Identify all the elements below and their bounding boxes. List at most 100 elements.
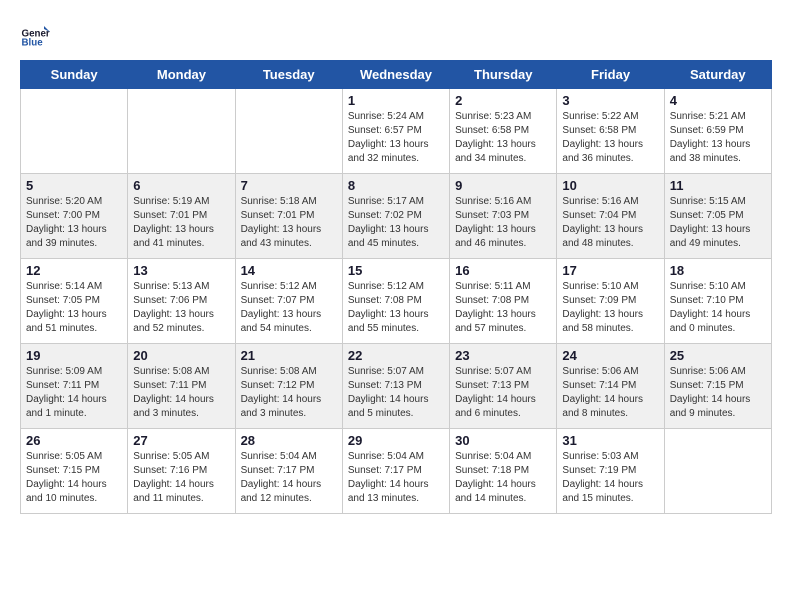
calendar-cell: 8 Sunrise: 5:17 AM Sunset: 7:02 PM Daylig… [342,174,449,259]
day-number: 3 [562,93,658,108]
day-number: 7 [241,178,337,193]
calendar-cell: 3Sunrise: 5:22 AM Sunset: 6:58 PM Daylig… [557,89,664,174]
week-row-3: 19 Sunrise: 5:09 AM Sunset: 7:11 PM Dayli… [21,344,772,429]
weekday-header-friday: Friday [557,61,664,89]
day-info: Sunrise: 5:13 AM Sunset: 7:06 PM Dayligh… [133,280,229,336]
day-info: Sunrise: 5:23 AM Sunset: 6:58 PM Dayligh… [455,110,551,166]
calendar-cell: 2 Sunrise: 5:23 AM Sunset: 6:58 PM Daylig… [450,89,557,174]
calendar-table: SundayMondayTuesdayWednesdayThursdayFrid… [20,60,772,514]
day-info: Sunrise: 5:04 AM Sunset: 7:18 PM Dayligh… [455,450,551,506]
day-number: 17 [562,263,658,278]
logo-icon: General Blue [20,20,50,50]
day-info: Sunrise: 5:16 AM Sunset: 7:04 PM Dayligh… [562,195,658,251]
calendar-cell: 9 Sunrise: 5:16 AM Sunset: 7:03 PM Daylig… [450,174,557,259]
calendar-cell: 4 Sunrise: 5:21 AM Sunset: 6:59 PM Daylig… [664,89,771,174]
calendar-cell: 13Sunrise: 5:13 AM Sunset: 7:06 PM Dayli… [128,259,235,344]
week-row-2: 12 Sunrise: 5:14 AM Sunset: 7:05 PM Dayli… [21,259,772,344]
calendar-cell: 16Sunrise: 5:11 AM Sunset: 7:08 PM Dayli… [450,259,557,344]
calendar-cell: 15 Sunrise: 5:12 AM Sunset: 7:08 PM Dayli… [342,259,449,344]
weekday-header-monday: Monday [128,61,235,89]
day-number: 18 [670,263,766,278]
calendar-cell: 10Sunrise: 5:16 AM Sunset: 7:04 PM Dayli… [557,174,664,259]
calendar-cell [664,429,771,514]
calendar-cell: 28 Sunrise: 5:04 AM Sunset: 7:17 PM Dayli… [235,429,342,514]
day-info: Sunrise: 5:21 AM Sunset: 6:59 PM Dayligh… [670,110,766,166]
day-info: Sunrise: 5:17 AM Sunset: 7:02 PM Dayligh… [348,195,444,251]
weekday-header-tuesday: Tuesday [235,61,342,89]
calendar-cell: 27 Sunrise: 5:05 AM Sunset: 7:16 PM Dayli… [128,429,235,514]
day-number: 27 [133,433,229,448]
day-number: 9 [455,178,551,193]
day-info: Sunrise: 5:04 AM Sunset: 7:17 PM Dayligh… [241,450,337,506]
day-number: 16 [455,263,551,278]
week-row-4: 26 Sunrise: 5:05 AM Sunset: 7:15 PM Dayli… [21,429,772,514]
day-info: Sunrise: 5:15 AM Sunset: 7:05 PM Dayligh… [670,195,766,251]
day-info: Sunrise: 5:05 AM Sunset: 7:15 PM Dayligh… [26,450,122,506]
weekday-header-sunday: Sunday [21,61,128,89]
calendar-cell [21,89,128,174]
day-info: Sunrise: 5:14 AM Sunset: 7:05 PM Dayligh… [26,280,122,336]
day-number: 23 [455,348,551,363]
day-number: 1 [348,93,444,108]
calendar-cell: 22Sunrise: 5:07 AM Sunset: 7:13 PM Dayli… [342,344,449,429]
day-info: Sunrise: 5:06 AM Sunset: 7:15 PM Dayligh… [670,365,766,421]
calendar-cell: 20 Sunrise: 5:08 AM Sunset: 7:11 PM Dayli… [128,344,235,429]
calendar-cell: 1 Sunrise: 5:24 AM Sunset: 6:57 PM Daylig… [342,89,449,174]
calendar-cell: 17 Sunrise: 5:10 AM Sunset: 7:09 PM Dayli… [557,259,664,344]
calendar-cell: 29 Sunrise: 5:04 AM Sunset: 7:17 PM Dayli… [342,429,449,514]
day-number: 12 [26,263,122,278]
day-number: 19 [26,348,122,363]
calendar-cell: 6 Sunrise: 5:19 AM Sunset: 7:01 PM Daylig… [128,174,235,259]
week-row-0: 1 Sunrise: 5:24 AM Sunset: 6:57 PM Daylig… [21,89,772,174]
weekday-header-thursday: Thursday [450,61,557,89]
calendar-cell: 21Sunrise: 5:08 AM Sunset: 7:12 PM Dayli… [235,344,342,429]
day-info: Sunrise: 5:19 AM Sunset: 7:01 PM Dayligh… [133,195,229,251]
day-number: 24 [562,348,658,363]
calendar-cell: 31 Sunrise: 5:03 AM Sunset: 7:19 PM Dayli… [557,429,664,514]
weekday-header-wednesday: Wednesday [342,61,449,89]
calendar-cell: 14Sunrise: 5:12 AM Sunset: 7:07 PM Dayli… [235,259,342,344]
calendar-cell: 12 Sunrise: 5:14 AM Sunset: 7:05 PM Dayli… [21,259,128,344]
day-info: Sunrise: 5:24 AM Sunset: 6:57 PM Dayligh… [348,110,444,166]
day-number: 29 [348,433,444,448]
calendar-cell: 30 Sunrise: 5:04 AM Sunset: 7:18 PM Dayli… [450,429,557,514]
day-info: Sunrise: 5:05 AM Sunset: 7:16 PM Dayligh… [133,450,229,506]
day-number: 31 [562,433,658,448]
day-number: 2 [455,93,551,108]
day-number: 15 [348,263,444,278]
svg-text:Blue: Blue [22,38,44,49]
day-number: 26 [26,433,122,448]
day-info: Sunrise: 5:06 AM Sunset: 7:14 PM Dayligh… [562,365,658,421]
page-header: General Blue [20,20,772,50]
calendar-cell: 5 Sunrise: 5:20 AM Sunset: 7:00 PM Daylig… [21,174,128,259]
day-info: Sunrise: 5:03 AM Sunset: 7:19 PM Dayligh… [562,450,658,506]
day-number: 28 [241,433,337,448]
day-info: Sunrise: 5:07 AM Sunset: 7:13 PM Dayligh… [455,365,551,421]
week-row-1: 5 Sunrise: 5:20 AM Sunset: 7:00 PM Daylig… [21,174,772,259]
day-number: 8 [348,178,444,193]
day-number: 30 [455,433,551,448]
day-info: Sunrise: 5:12 AM Sunset: 7:08 PM Dayligh… [348,280,444,336]
day-number: 4 [670,93,766,108]
day-info: Sunrise: 5:07 AM Sunset: 7:13 PM Dayligh… [348,365,444,421]
day-number: 20 [133,348,229,363]
day-number: 5 [26,178,122,193]
calendar-cell: 23 Sunrise: 5:07 AM Sunset: 7:13 PM Dayli… [450,344,557,429]
day-info: Sunrise: 5:16 AM Sunset: 7:03 PM Dayligh… [455,195,551,251]
calendar-cell: 24 Sunrise: 5:06 AM Sunset: 7:14 PM Dayli… [557,344,664,429]
day-number: 11 [670,178,766,193]
calendar-cell: 26 Sunrise: 5:05 AM Sunset: 7:15 PM Dayli… [21,429,128,514]
day-info: Sunrise: 5:08 AM Sunset: 7:11 PM Dayligh… [133,365,229,421]
weekday-header-saturday: Saturday [664,61,771,89]
day-info: Sunrise: 5:10 AM Sunset: 7:09 PM Dayligh… [562,280,658,336]
day-info: Sunrise: 5:20 AM Sunset: 7:00 PM Dayligh… [26,195,122,251]
logo: General Blue [20,20,54,50]
day-info: Sunrise: 5:10 AM Sunset: 7:10 PM Dayligh… [670,280,766,336]
day-info: Sunrise: 5:09 AM Sunset: 7:11 PM Dayligh… [26,365,122,421]
calendar-cell: 19 Sunrise: 5:09 AM Sunset: 7:11 PM Dayli… [21,344,128,429]
day-number: 25 [670,348,766,363]
day-info: Sunrise: 5:04 AM Sunset: 7:17 PM Dayligh… [348,450,444,506]
day-number: 6 [133,178,229,193]
day-info: Sunrise: 5:12 AM Sunset: 7:07 PM Dayligh… [241,280,337,336]
calendar-cell: 7Sunrise: 5:18 AM Sunset: 7:01 PM Daylig… [235,174,342,259]
